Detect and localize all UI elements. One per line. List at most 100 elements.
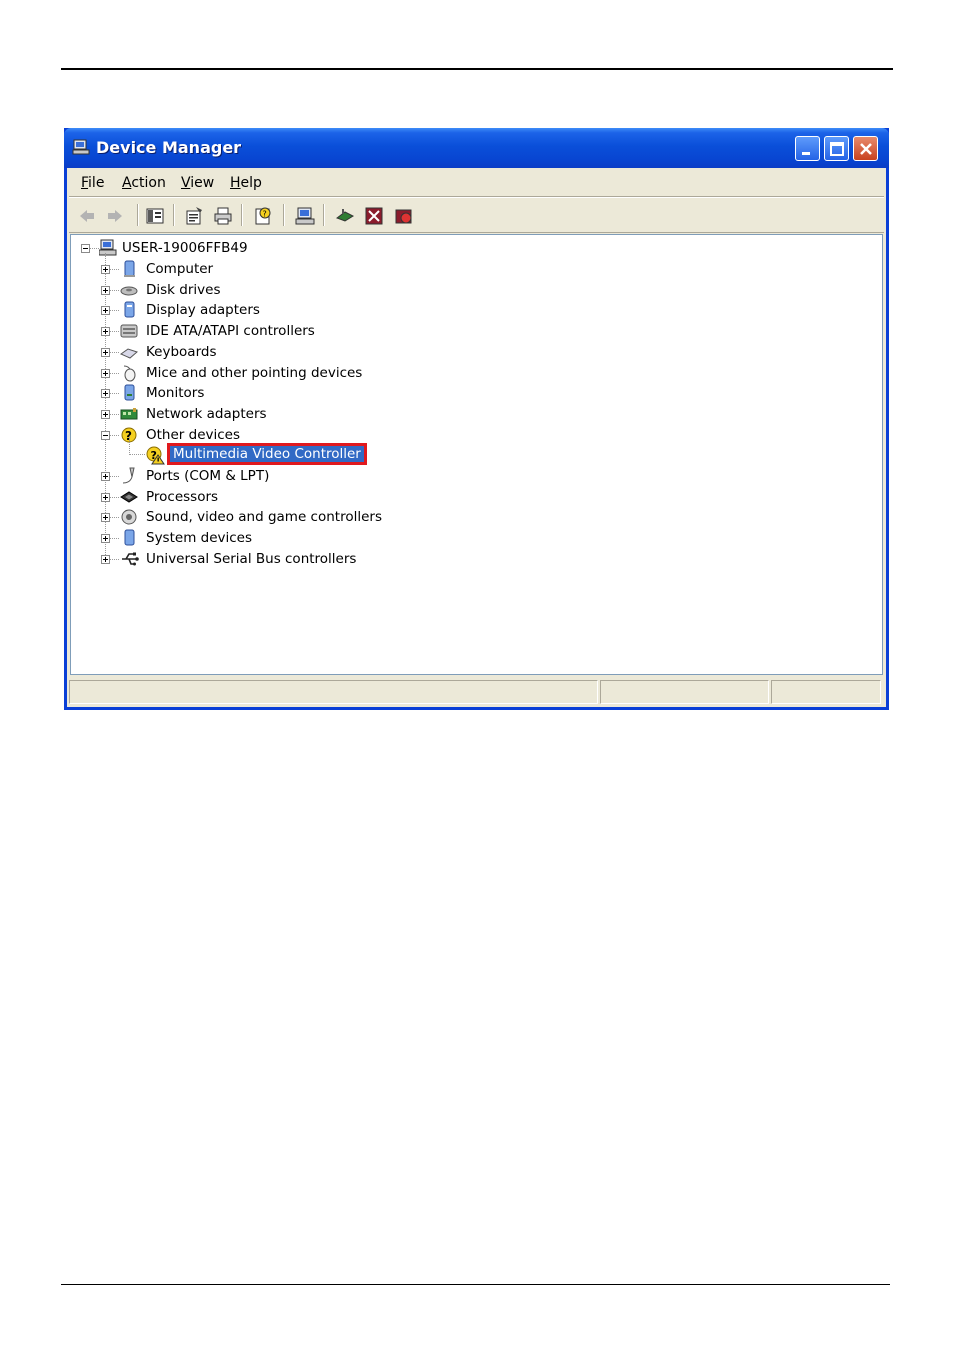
show-hide-console-tree-icon[interactable] (145, 206, 165, 226)
tree-item-mice-and-other-pointing-devices[interactable]: Mice and other pointing devices (71, 364, 471, 384)
expand-toggle[interactable] (101, 285, 110, 295)
tree-item-label: Computer (146, 261, 214, 277)
expand-toggle[interactable] (101, 554, 110, 564)
menu-action[interactable]: Action (122, 175, 166, 191)
expand-toggle[interactable] (101, 327, 110, 337)
collapse-toggle[interactable] (81, 244, 90, 253)
expand-toggle[interactable] (101, 513, 110, 523)
ide-controller-icon (120, 322, 138, 340)
maximize-button[interactable] (824, 136, 849, 161)
disk-drive-icon (120, 281, 138, 299)
expand-toggle[interactable] (101, 472, 110, 481)
menu-view[interactable]: View (181, 175, 214, 191)
back-arrow-icon[interactable] (77, 206, 97, 226)
tree-item-disk-drives[interactable]: Disk drives (71, 281, 471, 301)
uninstall-icon[interactable] (364, 206, 384, 226)
toolbar-separator (283, 204, 285, 226)
device-manager-window: Device Manager File Action View Help ? U… (64, 128, 889, 710)
expand-toggle[interactable] (101, 265, 110, 274)
tree-item-label: Display adapters (146, 302, 260, 319)
expand-toggle[interactable] (101, 368, 110, 378)
tree-item-universal-serial-bus-controllers[interactable]: Universal Serial Bus controllers (71, 550, 471, 570)
tree-item-label: Mice and other pointing devices (146, 364, 363, 381)
tree-item-label: Monitors (146, 385, 205, 402)
scan-hardware-icon[interactable] (295, 206, 315, 226)
tree-item-monitors[interactable]: Monitors (71, 384, 471, 404)
tree-line (110, 372, 119, 375)
close-button[interactable] (853, 136, 878, 161)
multimedia-video-controller-label: Multimedia Video Controller (167, 443, 367, 465)
toolbar-separator (241, 204, 243, 226)
toolbar-separator (173, 204, 175, 226)
update-driver-icon[interactable] (335, 206, 355, 226)
page-bottom-rule (61, 1284, 890, 1285)
expand-toggle[interactable] (101, 534, 110, 544)
sound-icon (120, 508, 138, 526)
tree-item-system-devices[interactable]: System devices (71, 529, 471, 549)
tree-item-label: System devices (146, 530, 253, 547)
device-manager-icon (72, 139, 90, 155)
menu-bar: File Action View Help (67, 168, 886, 196)
tree-item-label: Network adapters (146, 405, 267, 422)
tree-item-keyboards[interactable]: Keyboards (71, 343, 471, 363)
status-bar (67, 677, 886, 707)
system-device-icon (120, 529, 138, 547)
tree-item-label: Sound, video and game controllers (146, 509, 382, 526)
tree-line (110, 558, 119, 561)
tree-item-label: Ports (COM & LPT) (146, 468, 270, 484)
menu-file[interactable]: File (81, 175, 104, 191)
window-title: Device Manager (96, 138, 242, 157)
tree-child-multimedia-video-controller[interactable]: ? Multimedia Video Controller (71, 437, 471, 465)
tree-item-network-adapters[interactable]: Network adapters (71, 405, 471, 425)
tree-line (110, 331, 119, 333)
expand-toggle[interactable] (101, 492, 110, 502)
tree-line (129, 437, 131, 455)
monitor-icon (120, 384, 138, 402)
tree-item-ports-com-lpt[interactable]: Ports (COM & LPT) (71, 467, 471, 487)
expand-toggle[interactable] (101, 306, 110, 316)
menu-help[interactable]: Help (230, 175, 262, 191)
mouse-icon (120, 364, 138, 382)
tree-item-other-devices[interactable]: ? Other devices (71, 426, 471, 446)
tree-item-display-adapters[interactable]: Display adapters (71, 301, 471, 321)
status-pane-main (69, 680, 598, 704)
tree-line (110, 393, 119, 395)
toolbar-separator (323, 204, 325, 226)
minimize-button[interactable] (795, 136, 820, 161)
tree-line (110, 269, 119, 271)
properties-icon[interactable] (184, 206, 204, 226)
tree-item-computer[interactable]: Computer (71, 260, 471, 280)
maximize-icon (830, 142, 844, 156)
tree-item-sound-video-and-game-controllers[interactable]: Sound, video and game controllers (71, 508, 471, 528)
tree-line (110, 310, 119, 312)
tree-root-label: USER-19006FFB49 (122, 240, 248, 256)
display-adapter-icon (120, 301, 138, 319)
tree-line (110, 496, 119, 499)
toolbar-separator-line (69, 232, 884, 233)
tree-item-label: Processors (146, 488, 219, 505)
svg-text:?: ? (263, 210, 267, 219)
status-pane-2 (600, 680, 769, 704)
help-icon[interactable]: ? (253, 206, 273, 226)
tree-item-ide-ata-atapi-controllers[interactable]: IDE ATA/ATAPI controllers (71, 322, 471, 342)
usb-icon (120, 550, 139, 568)
tree-line (110, 413, 119, 416)
device-tree[interactable]: USER-19006FFB49 Computer Disk drives Displ… (70, 234, 883, 675)
print-icon[interactable] (213, 206, 233, 226)
collapse-toggle[interactable] (101, 430, 110, 440)
toolbar-separator (137, 204, 139, 226)
tree-item-label: Other devices (146, 426, 240, 443)
expand-toggle[interactable] (101, 389, 110, 399)
network-adapter-icon (120, 405, 138, 423)
minimize-icon (802, 152, 810, 155)
window-client-area: File Action View Help ? USER-19006FFB49 … (67, 168, 886, 707)
disable-icon[interactable] (394, 206, 414, 226)
tree-root[interactable]: USER-19006FFB49 (71, 239, 371, 259)
expand-toggle[interactable] (101, 409, 110, 419)
expand-toggle[interactable] (101, 347, 110, 357)
tree-line (110, 289, 119, 292)
forward-arrow-icon[interactable] (105, 206, 125, 226)
title-bar[interactable]: Device Manager (64, 128, 889, 168)
tree-item-label: Disk drives (146, 281, 221, 298)
tree-item-processors[interactable]: Processors (71, 488, 471, 508)
